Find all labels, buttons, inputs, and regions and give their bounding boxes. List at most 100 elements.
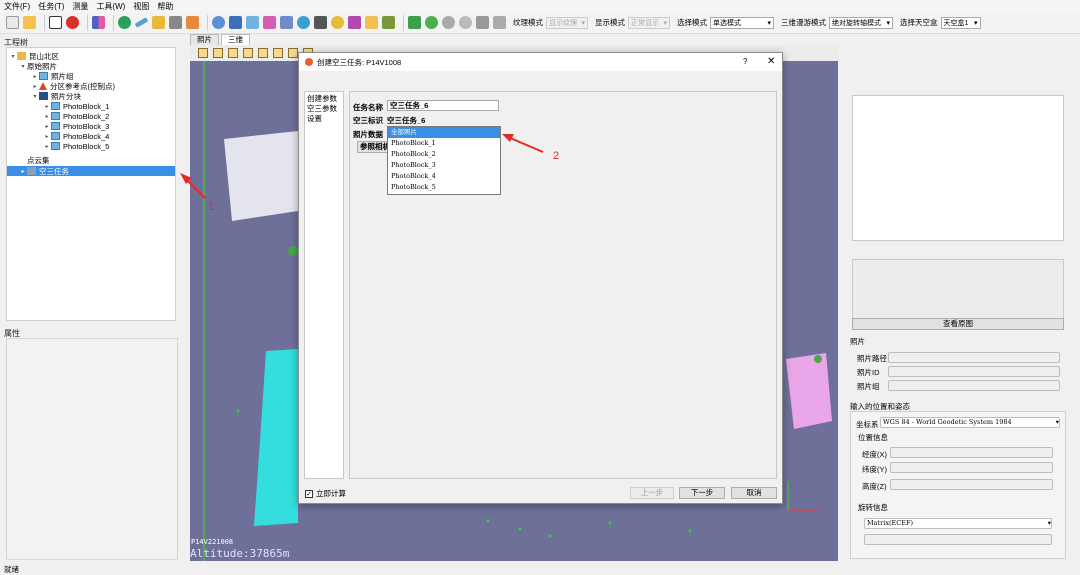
dropdown-option-all[interactable]: 全部照片 [388,127,500,138]
tree-item-photoblock-3[interactable]: ▸ PhotoBlock_3 [7,121,175,131]
chevron-down-icon[interactable]: ▾ [19,63,27,70]
select-mode-select[interactable]: 单选模式 ▾ [710,16,774,29]
view-box-icon[interactable] [213,48,223,58]
view-green-icon[interactable] [408,16,421,29]
alt-field[interactable] [890,479,1053,490]
prev-button[interactable]: 上一步 [630,487,674,499]
tree-item-photo-blocks[interactable]: ▾ 照片分块 [7,91,175,101]
tab-photos[interactable]: 照片 [190,34,219,45]
menu-measure[interactable]: 测量 [72,1,88,12]
tree-item-photoblock-5[interactable]: ▸ PhotoBlock_5 [7,141,175,151]
chevron-right-icon[interactable]: ▸ [19,168,27,175]
star-icon[interactable] [365,16,378,29]
new-project-icon[interactable] [6,16,19,29]
chevron-right-icon[interactable]: ▸ [43,133,51,140]
menu-help[interactable]: 帮助 [157,1,173,12]
next-button[interactable]: 下一步 [679,487,725,499]
tree-item-photoblock-4[interactable]: ▸ PhotoBlock_4 [7,131,175,141]
export-icon[interactable] [348,16,361,29]
crs-select[interactable]: WGS 84 - World Geodetic System 1984 ▾ [880,417,1060,428]
tree-item-photoblock-2[interactable]: ▸ PhotoBlock_2 [7,111,175,121]
view-box-icon[interactable] [228,48,238,58]
texture-mode-select[interactable]: 显示纹理 ▾ [546,16,588,29]
rotation-field[interactable] [864,534,1052,545]
view-box-icon[interactable] [243,48,253,58]
tree-item-raw-photos[interactable]: ▾ 原始照片 [7,61,175,71]
view-refresh-icon[interactable] [425,16,438,29]
rotation-select[interactable]: Matrix(ECEF) ▾ [864,518,1052,529]
checkmark-icon[interactable]: ✓ [305,489,313,498]
view-fit-icon[interactable] [476,16,489,29]
network-icon[interactable] [263,16,276,29]
tree-item-control-points[interactable]: ▸ 分区参考点(控制点) [7,81,175,91]
pin-icon[interactable] [118,16,131,29]
layers-icon[interactable] [229,16,242,29]
sky-select[interactable]: 天空盒1 ▾ [940,16,981,29]
dropdown-option-block5[interactable]: PhotoBlock_5 [388,182,500,193]
area-icon[interactable] [152,16,165,29]
chevron-down-icon[interactable]: ▾ [9,53,17,60]
chevron-right-icon[interactable]: ▸ [43,143,51,150]
grid-icon[interactable] [92,16,105,29]
compute-now-checkbox[interactable]: ✓ 立即计算 [305,488,346,499]
settings-icon[interactable] [212,16,225,29]
dropdown-option-block2[interactable]: PhotoBlock_2 [388,149,500,160]
display-mode-select[interactable]: 正常显示 ▾ [628,16,670,29]
tree-item-aerial-task[interactable]: ▸ 空三任务 [7,166,175,176]
view-box-icon[interactable] [198,48,208,58]
dropdown-option-block1[interactable]: PhotoBlock_1 [388,138,500,149]
wand-icon[interactable] [493,16,506,29]
view-original-button[interactable]: 查看原图 [852,318,1064,330]
image-icon[interactable] [246,16,259,29]
view-box-icon[interactable] [273,48,283,58]
view-info-icon[interactable] [459,16,472,29]
menu-view[interactable]: 视图 [133,1,149,12]
nav-create-params[interactable]: 创建参数 [307,94,341,104]
photo-data-dropdown[interactable]: 全部照片 PhotoBlock_1 PhotoBlock_2 PhotoBloc… [387,126,501,195]
target-icon[interactable] [331,16,344,29]
chevron-down-icon: ▾ [581,19,585,27]
triangle-icon[interactable] [382,16,395,29]
camera-icon[interactable] [169,16,182,29]
monitor-icon[interactable] [314,16,327,29]
menu-tools[interactable]: 工具(W) [96,1,125,12]
ruler-icon[interactable] [134,17,149,28]
roam-mode-select[interactable]: 绝对旋转轴模式 ▾ [829,16,893,29]
globe-icon[interactable] [297,16,310,29]
photo-path-field[interactable] [888,352,1060,363]
tree-item-photo-group[interactable]: ▸ 照片组 [7,71,175,81]
open-folder-icon[interactable] [23,16,36,29]
dropdown-option-block4[interactable]: PhotoBlock_4 [388,171,500,182]
dropdown-option-block3[interactable]: PhotoBlock_3 [388,160,500,171]
tab-3d[interactable]: 三维 [221,34,250,45]
tree-item-project[interactable]: ▾ 昆山北区 [7,51,175,61]
status-bar: 就绪 [4,565,19,574]
view-box-icon[interactable] [258,48,268,58]
view-box-icon[interactable] [288,48,298,58]
chevron-down-icon[interactable]: ▾ [31,93,39,100]
eraser-icon[interactable] [186,16,199,29]
close-icon[interactable]: ✕ [767,56,775,67]
nav-aerial-params[interactable]: 空三参数 [307,104,341,114]
photo-group-field[interactable] [888,380,1060,391]
menu-task[interactable]: 任务(T) [38,1,64,12]
nav-settings[interactable]: 设置 [307,114,341,124]
chevron-right-icon[interactable]: ▸ [43,113,51,120]
chevron-right-icon[interactable]: ▸ [31,73,39,80]
menu-file[interactable]: 文件(F) [4,1,30,12]
lon-field[interactable] [890,447,1053,458]
chevron-right-icon[interactable]: ▸ [43,123,51,130]
chevron-right-icon[interactable]: ▸ [31,83,39,90]
save-icon[interactable] [49,16,62,29]
stop-icon[interactable] [66,16,79,29]
task-name-input[interactable]: 空三任务_6 [387,100,499,111]
cancel-button[interactable]: 取消 [731,487,777,499]
tree-item-point-cloud[interactable]: 点云集 [7,155,175,165]
lat-field[interactable] [890,462,1053,473]
photo-id-field[interactable] [888,366,1060,377]
tree-item-photoblock-1[interactable]: ▸ PhotoBlock_1 [7,101,175,111]
transform-icon[interactable] [280,16,293,29]
view-gray-icon[interactable] [442,16,455,29]
chevron-right-icon[interactable]: ▸ [43,103,51,110]
help-button[interactable]: ? [743,57,747,66]
